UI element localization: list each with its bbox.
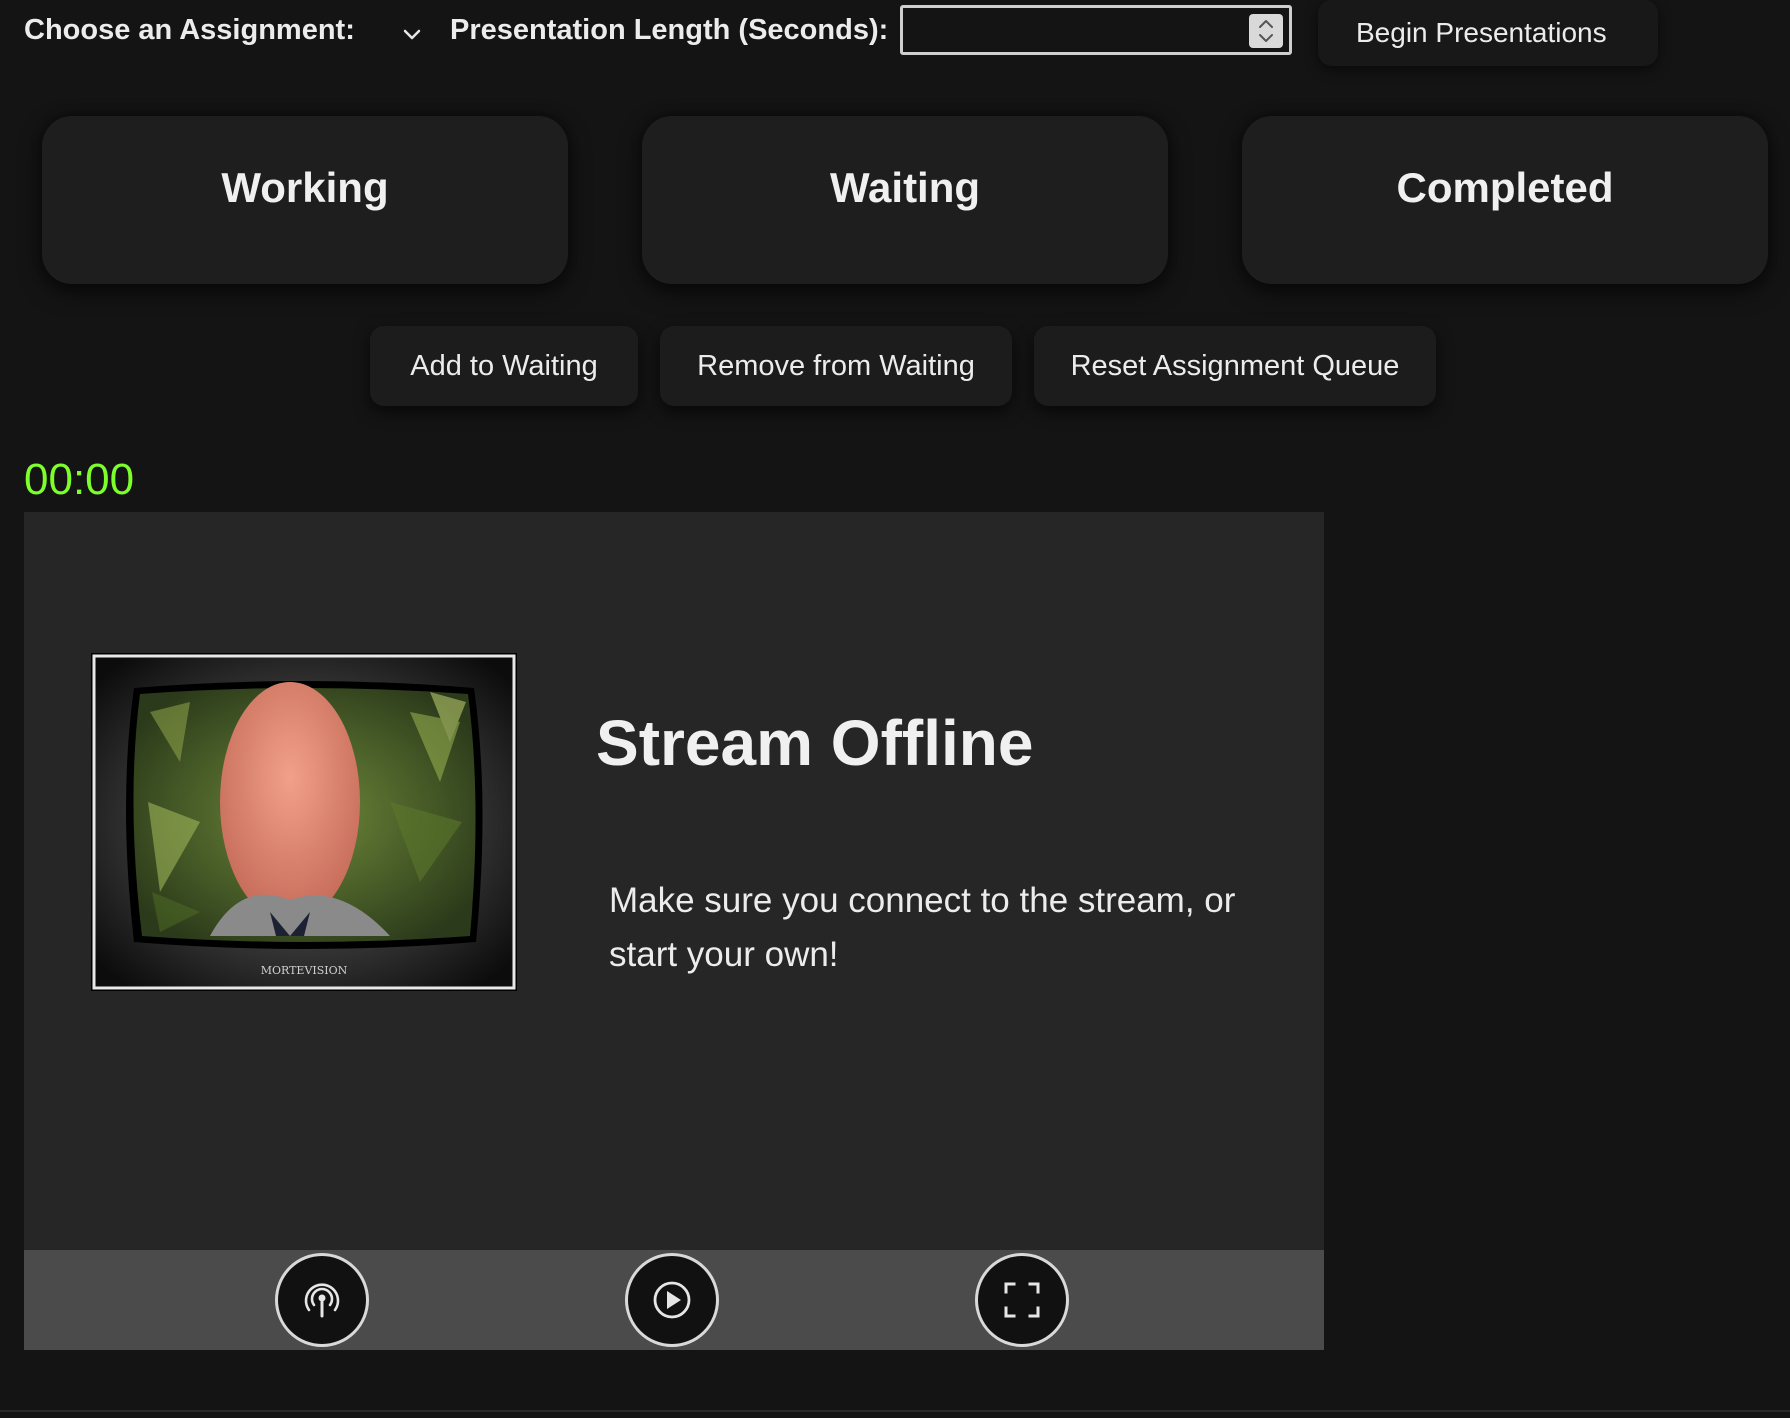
stream-player: MORTEVISION Stream Offline Make sure you… [24, 512, 1324, 1350]
presentation-length-field[interactable] [909, 14, 1253, 48]
top-toolbar: Choose an Assignment: Presentation Lengt… [0, 0, 1790, 66]
begin-presentations-button[interactable]: Begin Presentations [1318, 0, 1658, 66]
fullscreen-icon [1004, 1282, 1040, 1318]
stream-offline-title: Stream Offline [596, 707, 1034, 779]
stream-offline-message: Make sure you connect to the stream, or … [609, 881, 1236, 974]
presentation-length-label: Presentation Length (Seconds): [450, 14, 889, 46]
spinner-arrows-icon [1259, 20, 1273, 42]
player-controls [24, 1250, 1324, 1350]
assignment-select-label: Choose an Assignment: [24, 14, 355, 46]
add-to-waiting-button[interactable]: Add to Waiting [370, 326, 638, 406]
number-spinner[interactable] [1249, 14, 1283, 48]
presentation-length-input[interactable] [900, 5, 1292, 55]
queue-completed: Completed [1242, 116, 1768, 284]
queue-waiting: Waiting [642, 116, 1168, 284]
broadcast-button[interactable] [275, 1253, 369, 1347]
presentation-timer: 00:00 [24, 455, 135, 504]
page-divider [0, 1410, 1790, 1412]
chevron-down-icon[interactable] [398, 20, 426, 48]
reset-assignment-queue-button[interactable]: Reset Assignment Queue [1034, 326, 1436, 406]
play-button[interactable] [625, 1253, 719, 1347]
queue-working-label: Working [221, 164, 389, 211]
queue-working: Working [42, 116, 568, 284]
queue-waiting-label: Waiting [829, 164, 981, 211]
fullscreen-button[interactable] [975, 1253, 1069, 1347]
broadcast-icon [304, 1283, 340, 1318]
tv-brand-label: MORTEVISION [261, 964, 348, 977]
offline-tv-image: MORTEVISION [90, 652, 518, 992]
remove-from-waiting-button[interactable]: Remove from Waiting [660, 326, 1012, 406]
queue-completed-label: Completed [1396, 164, 1614, 211]
play-icon [653, 1281, 691, 1319]
